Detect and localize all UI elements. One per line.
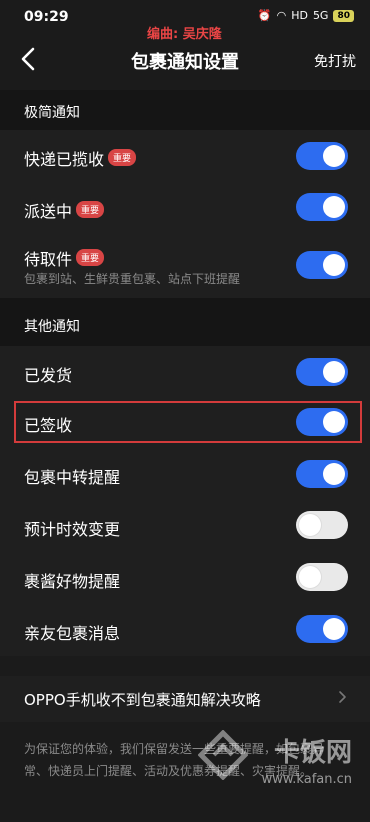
toggle-pending-pickup[interactable] bbox=[296, 251, 348, 279]
setting-label: 快递已揽收 bbox=[24, 150, 105, 169]
toggle-goodies[interactable] bbox=[296, 563, 348, 591]
setting-label: 已发货 bbox=[24, 366, 73, 385]
toggle-knob bbox=[323, 145, 345, 167]
important-badge: 重要 bbox=[76, 201, 105, 218]
setting-row-courier-picked: 快递已揽收 重要 bbox=[0, 130, 370, 182]
toggle-knob bbox=[323, 361, 345, 383]
setting-label: 亲友包裹消息 bbox=[24, 624, 121, 643]
setting-label: 派送中 bbox=[24, 202, 73, 221]
setting-row-eta-change: 预计时效变更 bbox=[0, 500, 370, 552]
toggle-family[interactable] bbox=[296, 615, 348, 643]
status-icons: ⏰ ◠ HD 5G 80 bbox=[258, 9, 354, 22]
important-badge: 重要 bbox=[108, 149, 137, 166]
toggle-shipped[interactable] bbox=[296, 358, 348, 386]
setting-label: 包裹中转提醒 bbox=[24, 468, 121, 487]
setting-label: 预计时效变更 bbox=[24, 520, 121, 539]
setting-label: 已签收 bbox=[24, 416, 73, 435]
setting-label: 待取件 bbox=[24, 250, 73, 269]
important-badge: 重要 bbox=[76, 249, 105, 266]
do-not-disturb-button[interactable]: 免打扰 bbox=[314, 51, 356, 71]
toggle-eta-change[interactable] bbox=[296, 511, 348, 539]
toggle-knob bbox=[323, 411, 345, 433]
toggle-knob bbox=[323, 196, 345, 218]
toggle-knob bbox=[299, 514, 321, 536]
setting-row-delivering: 派送中 重要 bbox=[0, 182, 370, 232]
setting-label: 裹酱好物提醒 bbox=[24, 572, 121, 591]
toggle-transfer[interactable] bbox=[296, 460, 348, 488]
nav-bar: 包裹通知设置 免打扰 bbox=[0, 38, 370, 82]
alarm-icon: ⏰ bbox=[257, 9, 272, 22]
toggle-knob bbox=[323, 254, 345, 276]
toggle-signed[interactable] bbox=[296, 408, 348, 436]
toggle-courier-picked[interactable] bbox=[296, 142, 348, 170]
network-5g-label: 5G bbox=[312, 9, 329, 22]
setting-row-transfer: 包裹中转提醒 bbox=[0, 448, 370, 500]
footer-note: 为保证您的体验，我们保留发送一些重要提醒，如包裹异常、快递员上门提醒、活动及优惠… bbox=[24, 742, 325, 778]
setting-row-shipped: 已发货 bbox=[0, 346, 370, 398]
toggle-knob bbox=[299, 566, 321, 588]
network-hd-label: HD bbox=[291, 9, 308, 22]
setting-row-pending-pickup: 待取件 重要 包裹到站、生鲜贵重包裹、站点下班提醒 bbox=[0, 232, 370, 298]
toggle-delivering[interactable] bbox=[296, 193, 348, 221]
section-title: 极简通知 bbox=[24, 105, 80, 121]
section-header-simple: 极简通知 bbox=[0, 90, 370, 130]
status-bar: 09:29 编曲: 吴庆隆 ⏰ ◠ HD 5G 80 bbox=[0, 0, 370, 42]
setting-row-goodies: 裹酱好物提醒 bbox=[0, 552, 370, 604]
guide-link[interactable]: OPPO手机收不到包裹通知解决攻略 bbox=[0, 676, 370, 722]
toggle-knob bbox=[323, 618, 345, 640]
battery-icon: 80 bbox=[333, 9, 354, 22]
section-title: 其他通知 bbox=[24, 319, 80, 335]
setting-row-signed: 已签收 bbox=[0, 398, 370, 448]
section-header-other: 其他通知 bbox=[0, 298, 370, 346]
status-time: 09:29 bbox=[24, 9, 69, 25]
guide-label: OPPO手机收不到包裹通知解决攻略 bbox=[24, 691, 261, 709]
setting-row-family: 亲友包裹消息 bbox=[0, 604, 370, 656]
setting-description: 包裹到站、生鲜贵重包裹、站点下班提醒 bbox=[24, 272, 241, 286]
toggle-knob bbox=[323, 463, 345, 485]
chevron-right-icon bbox=[339, 691, 346, 703]
wifi-icon: ◠ bbox=[276, 9, 287, 22]
